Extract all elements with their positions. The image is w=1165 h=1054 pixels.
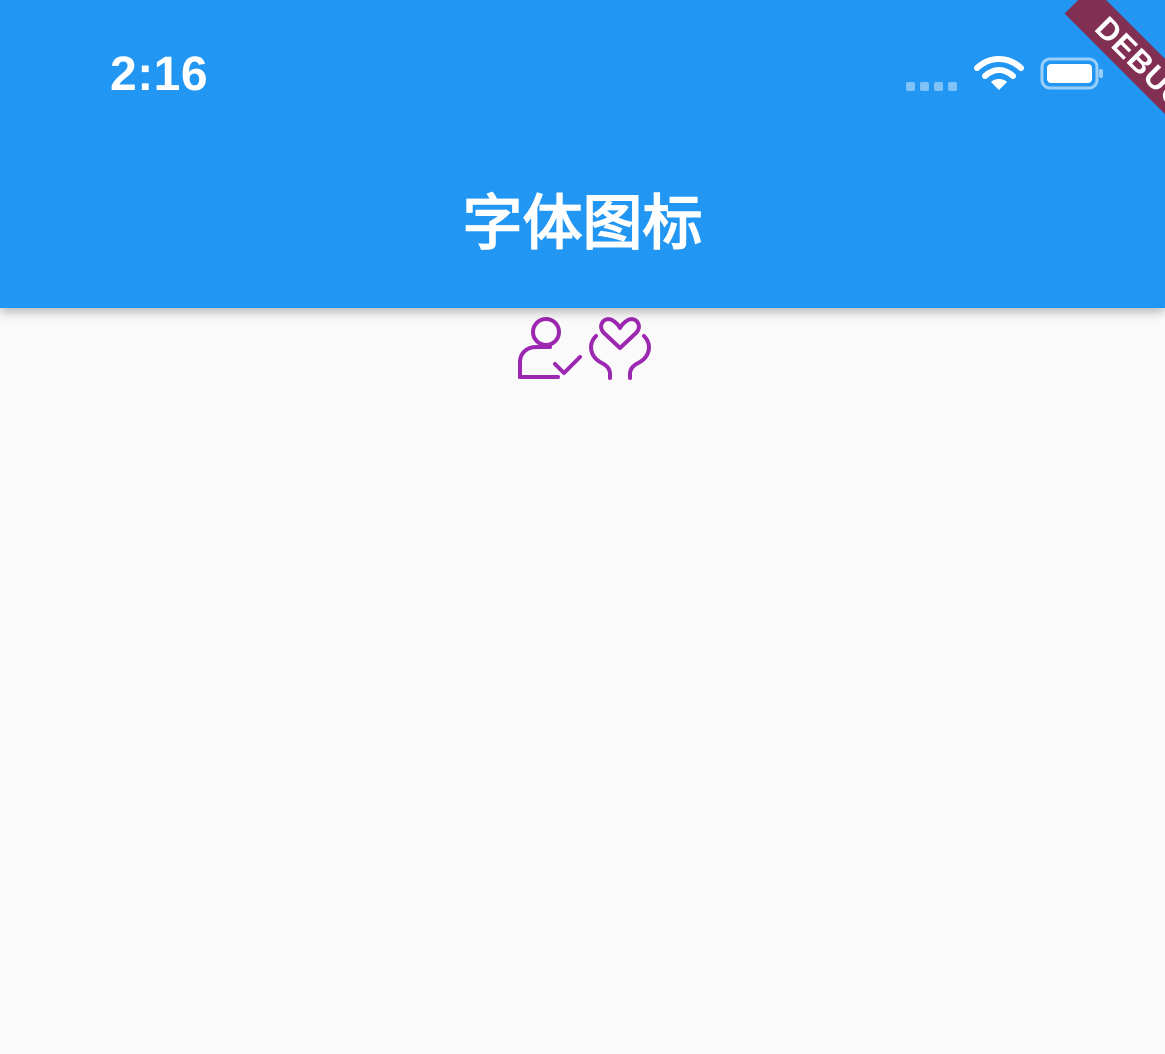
status-time: 2:16 xyxy=(110,48,209,101)
page-title: 字体图标 xyxy=(462,189,703,259)
hands-heart-icon xyxy=(586,316,654,380)
wifi-icon xyxy=(974,56,1024,90)
app-bar: 2:16 字体图标 xyxy=(0,0,1165,308)
font-icons-row xyxy=(514,316,656,380)
battery-icon xyxy=(1040,57,1103,90)
cellular-signal-icon xyxy=(906,82,960,92)
user-check-icon xyxy=(514,316,582,380)
